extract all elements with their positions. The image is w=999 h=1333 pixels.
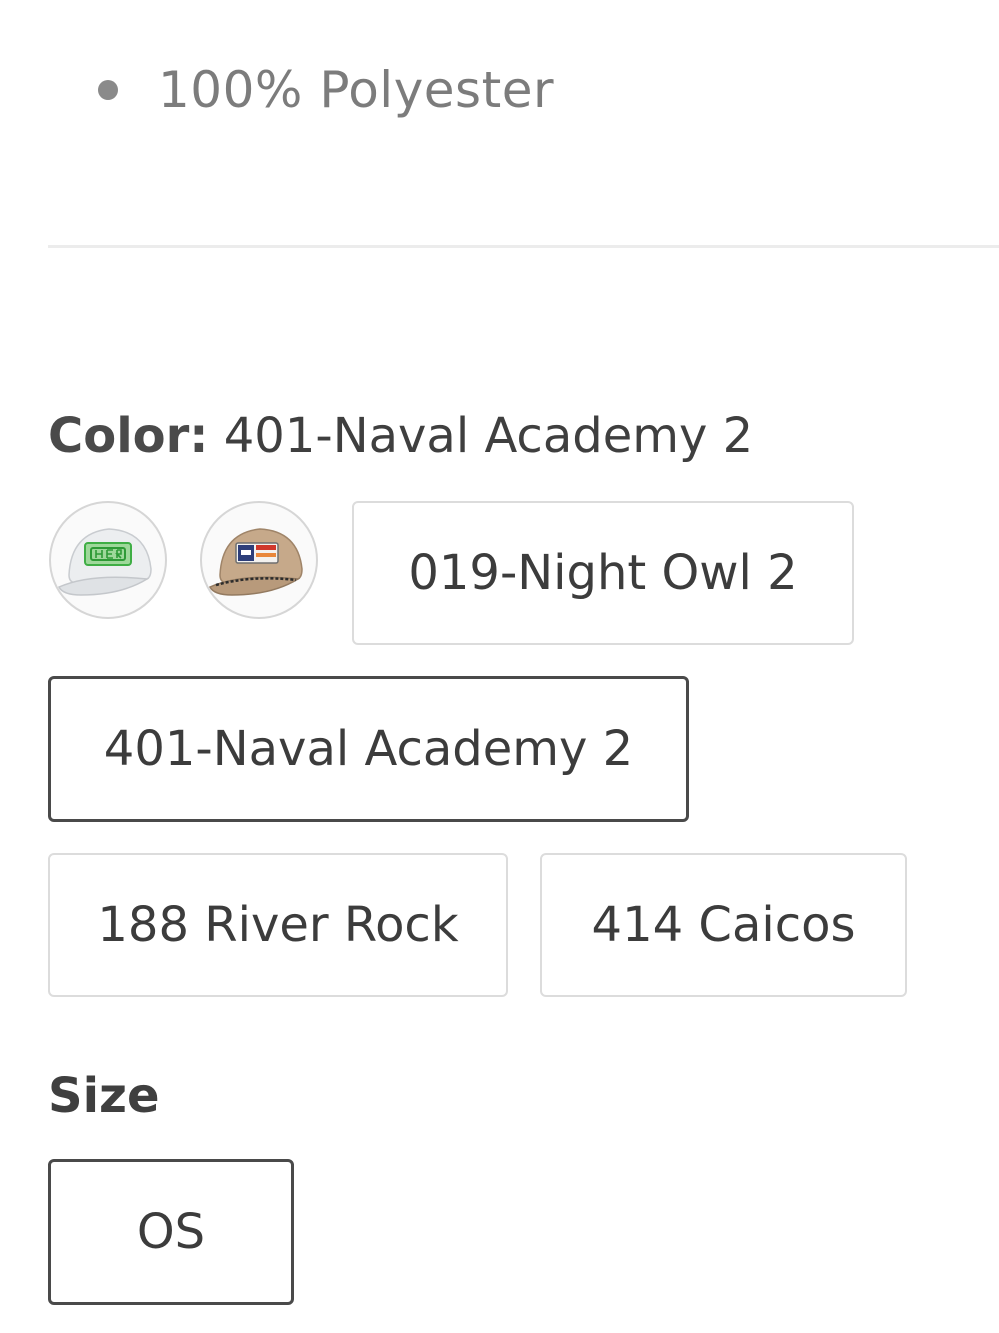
color-option-river-rock[interactable]: 188 River Rock xyxy=(48,853,508,997)
product-options-panel: 100% Polyester Color: 401-Naval Academy … xyxy=(0,0,999,1333)
material-text: 100% Polyester xyxy=(158,61,555,119)
color-option-label: 414 Caicos xyxy=(591,897,856,953)
color-option-label: 019-Night Owl 2 xyxy=(408,545,798,601)
color-option-night-owl[interactable]: 019-Night Owl 2 xyxy=(352,501,854,645)
color-option-naval-academy[interactable]: 401-Naval Academy 2 xyxy=(48,676,689,822)
white-cap-green-logo-swatch-icon xyxy=(57,528,152,596)
size-option-os[interactable]: OS xyxy=(48,1159,294,1305)
color-swatch-tan-cap[interactable] xyxy=(200,501,318,619)
section-divider xyxy=(48,245,999,248)
color-label-prefix: Color: xyxy=(48,408,209,464)
color-swatch-white-cap[interactable] xyxy=(49,501,167,619)
color-option-label: 401-Naval Academy 2 xyxy=(103,721,634,777)
color-option-caicos[interactable]: 414 Caicos xyxy=(540,853,907,997)
color-label: Color: 401-Naval Academy 2 xyxy=(48,408,753,464)
tan-rope-cap-flag-patch-swatch-icon xyxy=(208,528,303,596)
color-selected-value: 401-Naval Academy 2 xyxy=(223,408,754,464)
bullet-dot-icon xyxy=(98,80,118,100)
size-option-label: OS xyxy=(136,1204,206,1260)
color-option-label: 188 River Rock xyxy=(97,897,459,953)
size-label: Size xyxy=(48,1068,160,1124)
material-bullet: 100% Polyester xyxy=(98,60,554,120)
